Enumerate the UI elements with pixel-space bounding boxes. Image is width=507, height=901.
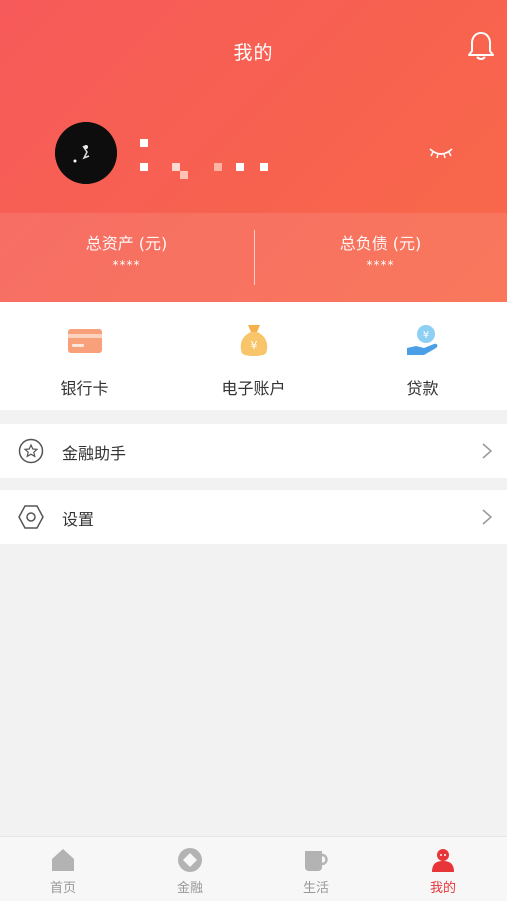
tab-mine[interactable]: 我的 <box>380 837 506 901</box>
cup-icon <box>305 851 328 871</box>
total-liabilities[interactable]: 总负债 (元) **** <box>254 230 507 272</box>
tab-life-label: 生活 <box>302 881 329 896</box>
tab-home[interactable]: 首页 <box>0 837 126 901</box>
loan-hand-icon: ¥ <box>407 325 438 355</box>
total-assets-label: 总资产 (元) <box>85 234 168 253</box>
menu-item-finance-assistant[interactable]: 金融助手 <box>0 424 507 478</box>
bell-icon[interactable] <box>466 30 496 62</box>
settings-label: 设置 <box>62 510 95 529</box>
svg-text:¥: ¥ <box>423 330 429 341</box>
quick-actions: 银行卡 ¥ 电子账户 ¥ 贷款 <box>0 302 507 410</box>
tab-home-label: 首页 <box>49 881 76 896</box>
chevron-right-icon <box>482 443 493 459</box>
quick-bank-card[interactable]: 银行卡 <box>0 302 169 410</box>
tab-finance[interactable]: 金融 <box>127 837 253 901</box>
star-circle-icon <box>18 438 44 464</box>
total-liabilities-value: **** <box>366 258 395 272</box>
svg-text:¥: ¥ <box>251 339 258 352</box>
chevron-right-icon <box>482 509 493 525</box>
finance-icon <box>178 848 202 872</box>
finance-assistant-label: 金融助手 <box>62 444 127 463</box>
total-liabilities-label: 总负债 (元) <box>339 234 422 253</box>
total-assets[interactable]: 总资产 (元) **** <box>0 230 253 272</box>
e-account-label: 电子账户 <box>221 379 286 398</box>
bank-card-icon <box>68 329 102 353</box>
quick-loan[interactable]: ¥ 贷款 <box>338 302 507 410</box>
tab-mine-label: 我的 <box>429 881 456 896</box>
avatar[interactable] <box>55 122 117 184</box>
page-title: 我的 <box>233 42 274 64</box>
total-assets-value: **** <box>112 258 141 272</box>
loan-label: 贷款 <box>406 379 439 398</box>
home-icon <box>52 849 74 871</box>
tab-finance-label: 金融 <box>176 881 203 896</box>
eye-closed-icon[interactable] <box>427 143 455 163</box>
quick-e-account[interactable]: ¥ 电子账户 <box>169 302 338 410</box>
bottom-tab-bar: 首页 金融 生活 我的 <box>0 836 507 901</box>
hexagon-settings-icon <box>18 505 44 529</box>
profile-header: 我的 总资产 (元) **** 总负债 (元) **** <box>0 0 507 302</box>
username-pixelated <box>136 137 286 187</box>
menu-item-settings[interactable]: 设置 <box>0 490 507 544</box>
money-bag-icon: ¥ <box>240 325 268 356</box>
tab-life[interactable]: 生活 <box>253 837 379 901</box>
avatar-image <box>55 122 117 184</box>
person-icon <box>432 849 454 872</box>
bank-card-label: 银行卡 <box>60 379 109 398</box>
